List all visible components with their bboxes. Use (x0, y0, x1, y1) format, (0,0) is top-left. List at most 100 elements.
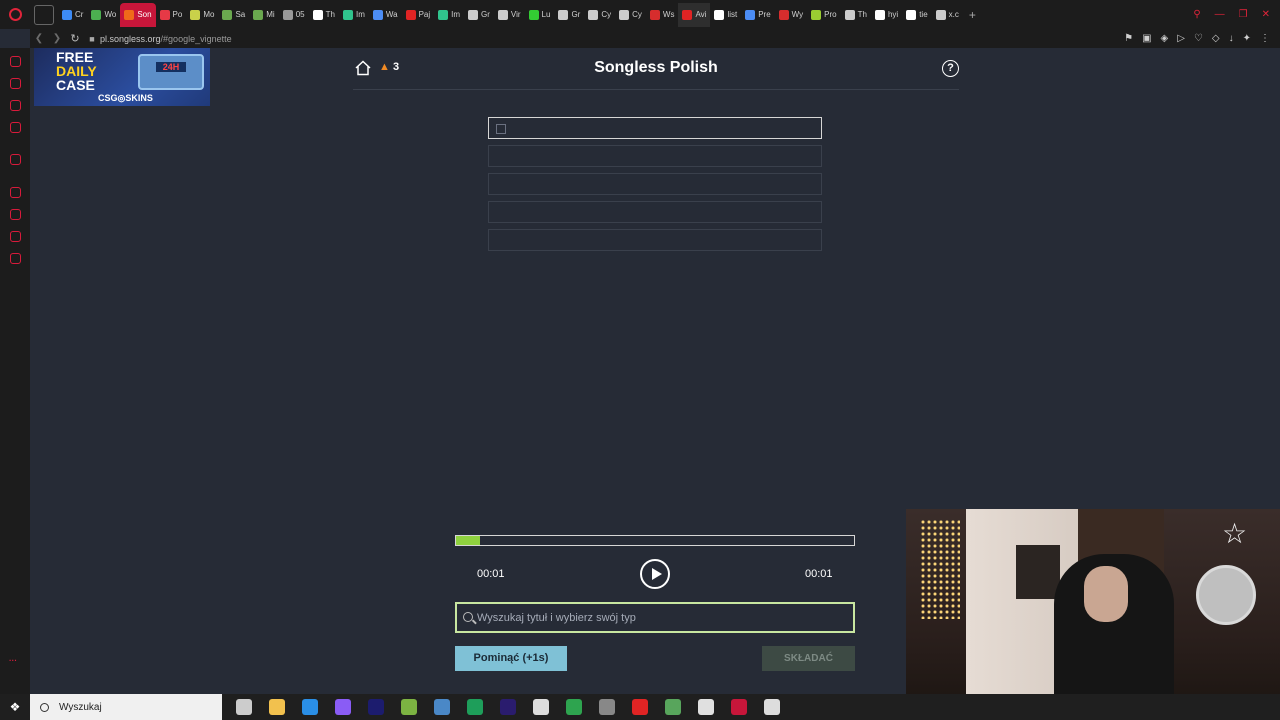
browser-tab[interactable]: x.c (932, 3, 963, 27)
browser-tab[interactable]: Cr (58, 3, 87, 27)
obsidian-icon[interactable] (335, 699, 351, 715)
sidebar-twitch-icon[interactable] (10, 154, 21, 165)
sidebar-cube-icon[interactable] (10, 231, 21, 242)
vs-code-icon[interactable] (302, 699, 318, 715)
excel-icon[interactable] (467, 699, 483, 715)
browser-tab[interactable]: Pre (741, 3, 774, 27)
browser-tab[interactable]: 05 (279, 3, 309, 27)
browser-tab[interactable]: Wy (775, 3, 807, 27)
browser-tab[interactable]: Gr (554, 3, 584, 27)
after-effects-icon[interactable] (368, 699, 384, 715)
tab-label: Po (172, 10, 183, 19)
browser-tab[interactable]: Wo (87, 3, 120, 27)
browser-tab[interactable]: Mi (249, 3, 278, 27)
browser-tab[interactable]: Cy (584, 3, 615, 27)
discord-icon[interactable] (632, 699, 648, 715)
browser-tab[interactable]: Paj (402, 3, 435, 27)
play-button[interactable] (640, 559, 670, 589)
submit-button[interactable]: SKŁADAĆ (762, 646, 855, 671)
skip-button[interactable]: Pominąć (+1s) (455, 646, 567, 671)
browser-tab[interactable]: Pro (807, 3, 840, 27)
browser-tab[interactable]: Ws (646, 3, 679, 27)
sidebar-chat-icon[interactable] (10, 122, 21, 133)
app-green-icon[interactable] (401, 699, 417, 715)
menu-icon[interactable]: ⋮ (1260, 33, 1270, 44)
browser-tab[interactable]: Lu (525, 3, 555, 27)
forward-icon[interactable]: ❯ (48, 33, 66, 44)
browser-tab[interactable]: Th (841, 3, 871, 27)
tab-favicon-icon (468, 9, 479, 20)
download-icon[interactable]: ↓ (1229, 33, 1234, 44)
sidebar-aria-icon[interactable] (10, 56, 21, 67)
browser-tab[interactable]: Avi (678, 2, 711, 27)
browser-tab[interactable]: Wa (369, 3, 402, 27)
tab-favicon-icon (682, 9, 693, 20)
tab-favicon-icon (778, 9, 789, 20)
bookmark-heart-icon[interactable]: ♡ (1194, 33, 1203, 44)
premiere-icon[interactable] (500, 699, 516, 715)
tab-favicon-icon (312, 9, 323, 20)
steam-icon[interactable] (434, 699, 450, 715)
browser-tab[interactable]: Im (434, 3, 464, 27)
app-white-icon[interactable] (698, 699, 714, 715)
tab-label: Th (857, 10, 867, 19)
app-gray-icon[interactable] (599, 699, 615, 715)
taskbar-search[interactable]: Wyszukaj (30, 694, 222, 720)
maximize-icon[interactable]: ❐ (1239, 9, 1248, 20)
sidebar-bag-icon[interactable] (10, 78, 21, 89)
browser-tab[interactable]: Sa (218, 3, 249, 27)
tab-favicon-icon (282, 9, 293, 20)
opera-logo-icon[interactable] (0, 0, 30, 29)
browser-tab[interactable]: Vir (494, 3, 525, 27)
tab-label: Avi (695, 10, 707, 19)
webcam-poster (1016, 545, 1060, 599)
game-header: ▲ 3 Songless Polish ? (353, 52, 959, 90)
sidebar-player-icon[interactable] (10, 187, 21, 198)
file-explorer-icon[interactable] (269, 699, 285, 715)
close-icon[interactable]: ✕ (1262, 9, 1270, 20)
back-icon[interactable]: ❮ (30, 33, 48, 44)
app-stack-icon[interactable] (665, 699, 681, 715)
browser-tab[interactable]: Th (309, 3, 339, 27)
browser-tab[interactable]: Po (156, 3, 187, 27)
browser-tab[interactable]: tie (902, 3, 931, 27)
search-input[interactable] (477, 608, 847, 628)
browser-tab[interactable]: list (710, 3, 741, 27)
play-icon[interactable]: ▷ (1177, 33, 1185, 44)
steelseries-icon[interactable] (533, 699, 549, 715)
screen: Cr Wo Son Po Mo Sa Mi 05 Th Im Wa Paj Im Gr Vir Lu Gr Cy C… (0, 0, 1280, 720)
new-tab-icon[interactable]: + (969, 8, 976, 22)
sidebar-history-icon[interactable] (10, 209, 21, 220)
snapshot-icon[interactable]: ▣ (1142, 33, 1151, 44)
opera-taskbar-icon[interactable] (731, 699, 747, 715)
pin-icon[interactable]: ⚑ (1124, 33, 1133, 44)
minimize-icon[interactable]: — (1215, 9, 1225, 20)
browser-tab[interactable]: Cy (615, 3, 646, 27)
app-ring-icon[interactable] (764, 699, 780, 715)
browser-tab[interactable]: Gr (464, 3, 494, 27)
razer-icon[interactable] (566, 699, 582, 715)
url-field[interactable]: pl.songless.org/#google_vignette (100, 34, 232, 44)
windows-start-icon[interactable]: ❖ (0, 694, 30, 720)
taskbar-apps (236, 699, 780, 715)
tab-favicon-icon (906, 9, 917, 20)
reload-icon[interactable]: ↻ (66, 32, 84, 45)
address-bar-tools: ⚑ ▣ ◈ ▷ ♡ ◇ ↓ ✦ ⋮ (1124, 33, 1280, 44)
search-tabs-icon[interactable]: ⚲ (1193, 9, 1200, 20)
sidebar-messenger-icon[interactable] (10, 100, 21, 111)
sidebar-more-icon[interactable]: ··· (9, 656, 17, 665)
browser-tab[interactable]: Im (339, 3, 369, 27)
tab-label: Wo (104, 10, 117, 19)
shield-icon[interactable]: ◈ (1161, 33, 1169, 44)
ai-icon[interactable]: ✦ (1243, 33, 1251, 44)
sidebar-settings-icon[interactable] (10, 253, 21, 264)
help-icon[interactable]: ? (942, 60, 959, 77)
tab-workspaces-icon[interactable] (34, 4, 54, 25)
browser-tab[interactable]: hyi (871, 3, 902, 27)
browser-tab[interactable]: Son (120, 2, 156, 27)
task-view-icon[interactable] (236, 699, 252, 715)
browser-tab[interactable]: Mo (186, 3, 218, 27)
ad-banner[interactable]: FREE DAILY CASE 24H CSG◎SKINS (34, 48, 210, 106)
extensions-icon[interactable]: ◇ (1212, 33, 1220, 44)
lock-icon[interactable]: ■ (84, 34, 100, 44)
